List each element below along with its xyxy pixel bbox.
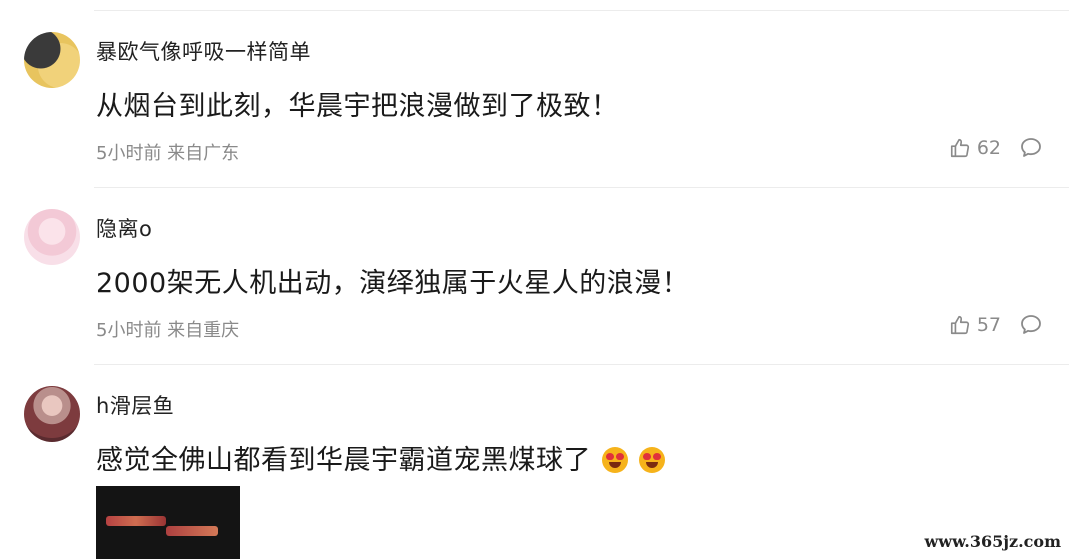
watermark: www.365jz.com — [924, 532, 1061, 551]
heart-eyes-emoji-icon — [639, 447, 666, 473]
thumbs-up-icon — [949, 137, 971, 159]
comment-actions: 57 — [949, 313, 1043, 337]
comment-text: 2000架无人机出动，演绎独属于火星人的浪漫！ — [96, 268, 690, 299]
like-count: 57 — [976, 314, 1001, 336]
comment-bubble-icon — [1019, 313, 1043, 337]
like-button[interactable]: 57 — [949, 314, 1001, 336]
comment-username[interactable]: h滑层鱼 — [96, 390, 174, 420]
comment-item: 暴欧气像呼吸一样简单 从烟台到此刻，华晨宇把浪漫做到了极致！ 5小时前 来自广东… — [0, 28, 1069, 188]
comment-actions: 62 — [949, 136, 1043, 160]
comment-meta: 5小时前 来自广东 — [96, 143, 240, 164]
comment-text-row: 感觉全佛山都看到华晨宇霸道宠黑煤球了 — [96, 438, 666, 477]
divider — [94, 187, 1069, 188]
comment-item: h滑层鱼 感觉全佛山都看到华晨宇霸道宠黑煤球了 — [0, 382, 1069, 559]
thumbs-up-icon — [949, 314, 971, 336]
top-divider — [94, 10, 1069, 11]
comment-image-thumbnail[interactable] — [96, 486, 240, 559]
comment-meta: 5小时前 来自重庆 — [96, 320, 240, 341]
comment-username[interactable]: 隐离o — [96, 213, 152, 243]
like-button[interactable]: 62 — [949, 137, 1001, 159]
avatar[interactable] — [24, 386, 80, 442]
heart-eyes-emoji-icon — [602, 447, 629, 473]
like-count: 62 — [976, 137, 1001, 159]
comment-text: 从烟台到此刻，华晨宇把浪漫做到了极致！ — [96, 91, 619, 122]
drone-light-text — [106, 516, 166, 526]
comment-text: 感觉全佛山都看到华晨宇霸道宠黑煤球了 — [96, 445, 591, 476]
reply-button[interactable] — [1019, 136, 1043, 160]
comment-username[interactable]: 暴欧气像呼吸一样简单 — [96, 36, 311, 66]
comment-bubble-icon — [1019, 136, 1043, 160]
divider — [94, 364, 1069, 365]
reply-button[interactable] — [1019, 313, 1043, 337]
avatar[interactable] — [24, 209, 80, 265]
drone-light-text — [166, 526, 218, 536]
comment-item: 隐离o 2000架无人机出动，演绎独属于火星人的浪漫！ 5小时前 来自重庆 57 — [0, 205, 1069, 365]
avatar[interactable] — [24, 32, 80, 88]
